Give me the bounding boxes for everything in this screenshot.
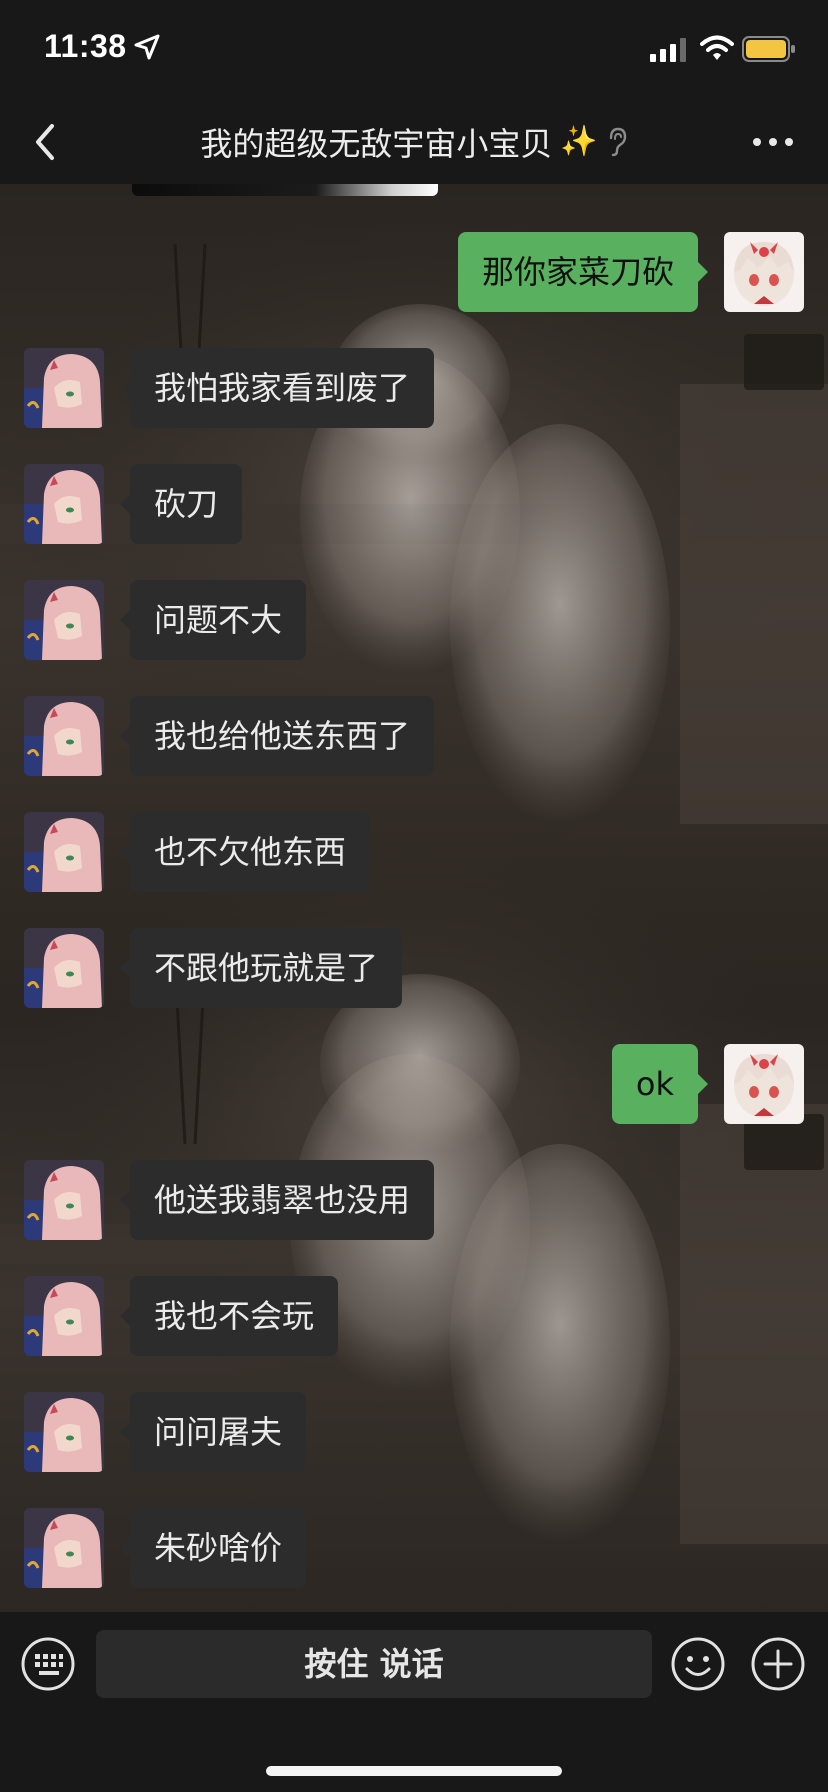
- message-bubble[interactable]: 砍刀: [119, 464, 243, 544]
- contact-avatar[interactable]: [24, 928, 104, 1008]
- contact-avatar[interactable]: [24, 1160, 104, 1240]
- previous-image-message[interactable]: [132, 184, 438, 196]
- contact-avatar[interactable]: [24, 1276, 104, 1356]
- contact-avatar[interactable]: [24, 464, 104, 544]
- keyboard-icon[interactable]: [20, 1636, 76, 1692]
- message-bubble[interactable]: 朱砂啥价: [119, 1508, 307, 1588]
- contact-avatar[interactable]: [24, 812, 104, 892]
- message-bubble[interactable]: 他送我翡翠也没用: [119, 1160, 435, 1240]
- ear-icon: [609, 127, 626, 157]
- outgoing-message: 那你家菜刀砍: [24, 232, 804, 312]
- message-bubble[interactable]: 那你家菜刀砍: [457, 232, 709, 312]
- outgoing-message: ok: [24, 1044, 804, 1124]
- incoming-message: 问问屠夫: [24, 1392, 804, 1472]
- location-arrow-icon: [134, 34, 160, 60]
- status-bar: 11:38: [0, 0, 828, 100]
- message-bubble[interactable]: 也不欠他东西: [119, 812, 371, 892]
- battery-icon: [742, 36, 795, 62]
- status-time: 11:38: [44, 28, 127, 64]
- incoming-message: 他送我翡翠也没用: [24, 1160, 804, 1240]
- message-bubble[interactable]: 问问屠夫: [119, 1392, 307, 1472]
- chat-title-text: 我的超级无敌宇宙小宝贝: [200, 125, 553, 163]
- contact-avatar[interactable]: [24, 1508, 104, 1588]
- incoming-message: 问题不大: [24, 580, 804, 660]
- sparkles-icon: ✨: [560, 124, 598, 159]
- message-bubble[interactable]: ok: [611, 1044, 709, 1124]
- message-bubble[interactable]: 不跟他玩就是了: [119, 928, 403, 1008]
- incoming-message: 我也给他送东西了: [24, 696, 804, 776]
- wifi-icon: [700, 35, 734, 60]
- more-options-icon[interactable]: [748, 122, 798, 162]
- incoming-message: 我怕我家看到废了: [24, 348, 804, 428]
- incoming-message: 砍刀: [24, 464, 804, 544]
- back-chevron-icon[interactable]: [24, 118, 68, 166]
- contact-avatar[interactable]: [24, 348, 104, 428]
- contact-avatar[interactable]: [24, 1392, 104, 1472]
- incoming-message: 也不欠他东西: [24, 812, 804, 892]
- signal-icon: [650, 38, 686, 62]
- my-avatar[interactable]: [724, 232, 804, 312]
- contact-avatar[interactable]: [24, 696, 104, 776]
- contact-avatar[interactable]: [24, 580, 104, 660]
- chat-area[interactable]: 那你家菜刀砍 我怕我家看到废了 砍刀问题不大我也给他送东西了 也不欠他东西 不跟他玩就是…: [0, 184, 828, 1612]
- my-avatar[interactable]: [724, 1044, 804, 1124]
- home-indicator[interactable]: [266, 1766, 562, 1776]
- message-bubble[interactable]: 我也不会玩: [119, 1276, 339, 1356]
- message-bubble[interactable]: 问题不大: [119, 580, 307, 660]
- message-bubble[interactable]: 我怕我家看到废了: [119, 348, 435, 428]
- emoji-icon[interactable]: [670, 1636, 726, 1692]
- incoming-message: 不跟他玩就是了: [24, 928, 804, 1008]
- chat-header: 我的超级无敌宇宙小宝贝 ✨: [0, 100, 828, 184]
- hold-to-talk-button[interactable]: 按住 说话: [96, 1630, 652, 1698]
- incoming-message: 朱砂啥价: [24, 1508, 804, 1588]
- input-bar: 按住 说话: [0, 1612, 828, 1792]
- incoming-message: 我也不会玩: [24, 1276, 804, 1356]
- plus-icon[interactable]: [750, 1636, 806, 1692]
- chat-title: 我的超级无敌宇宙小宝贝 ✨: [120, 118, 708, 166]
- message-bubble[interactable]: 我也给他送东西了: [119, 696, 435, 776]
